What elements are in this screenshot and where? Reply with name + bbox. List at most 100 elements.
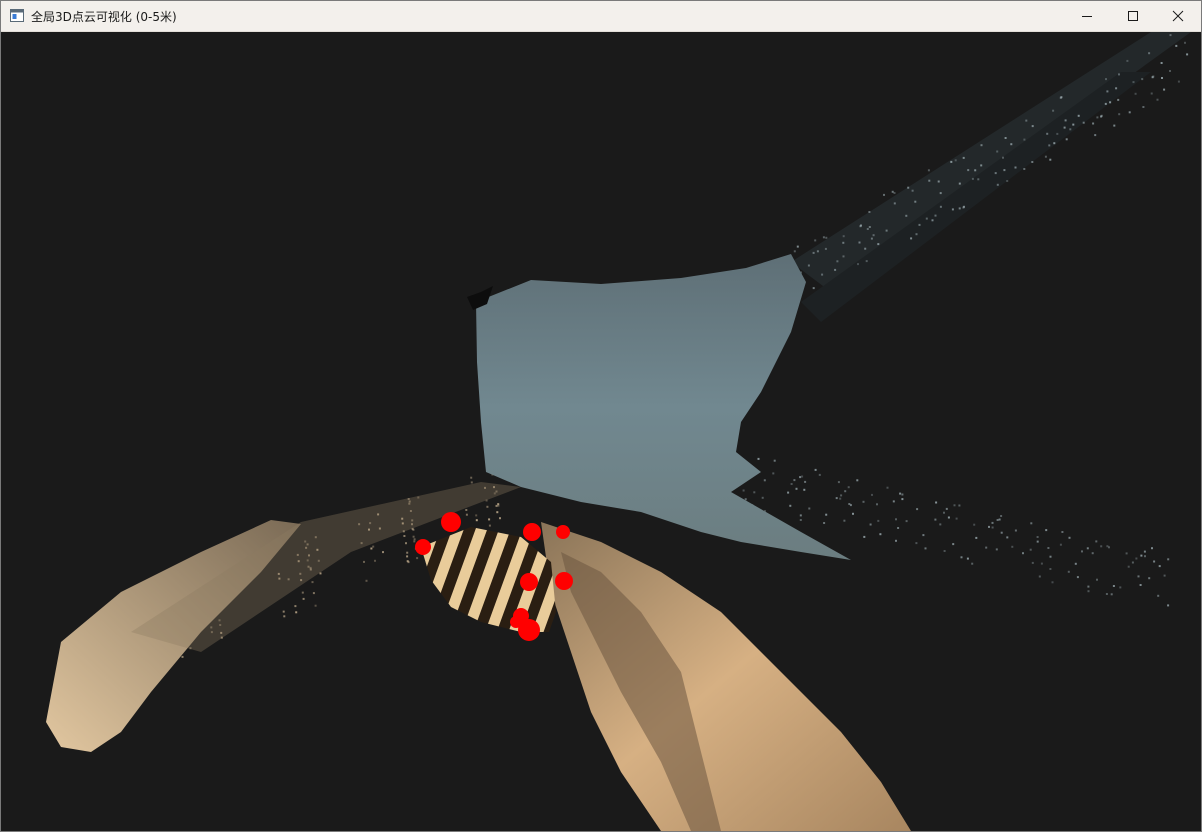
point (283, 615, 286, 618)
point (1137, 575, 1140, 578)
point (901, 498, 904, 501)
point (1131, 561, 1134, 564)
point (406, 551, 409, 554)
point (858, 241, 861, 244)
point (801, 475, 804, 478)
point (1167, 558, 1170, 561)
point (1014, 166, 1017, 169)
point (893, 192, 896, 194)
point (879, 533, 882, 536)
point (742, 489, 745, 492)
point (1000, 515, 1003, 517)
point (955, 517, 958, 520)
point (406, 555, 409, 558)
point (870, 237, 873, 240)
point (1061, 531, 1064, 533)
point (470, 476, 473, 479)
title-bar[interactable]: 全局3D点云可视化 (0-5米) (1, 1, 1201, 32)
point (301, 591, 304, 594)
point (1030, 522, 1033, 525)
point (822, 236, 825, 239)
point (857, 263, 859, 266)
point (821, 273, 824, 276)
point (808, 507, 811, 510)
point (895, 539, 897, 542)
point (877, 519, 880, 522)
point (799, 519, 802, 521)
keypoint-marker (555, 572, 573, 590)
point (952, 543, 955, 546)
point (895, 518, 897, 521)
point (934, 214, 937, 217)
point (869, 523, 872, 526)
point (928, 179, 931, 182)
point (1072, 123, 1075, 126)
point (789, 504, 792, 507)
point (836, 260, 839, 263)
point (793, 479, 796, 482)
point (795, 487, 798, 490)
point (1087, 585, 1090, 588)
close-button[interactable] (1155, 1, 1201, 31)
point (181, 655, 184, 658)
point (935, 501, 938, 504)
point (370, 547, 373, 550)
point (790, 483, 793, 485)
point (1117, 98, 1120, 101)
point (1045, 529, 1048, 532)
point (814, 239, 817, 242)
point (934, 518, 937, 521)
point (295, 611, 298, 614)
point (406, 560, 409, 563)
point (314, 604, 317, 607)
point (403, 535, 406, 537)
point (971, 177, 974, 180)
point (901, 493, 904, 496)
point (1092, 122, 1095, 125)
point (412, 535, 415, 538)
point (835, 497, 838, 500)
point (382, 551, 384, 554)
point (1049, 555, 1052, 558)
point (1059, 96, 1062, 99)
point (951, 208, 954, 211)
point (863, 535, 866, 538)
point (899, 492, 902, 495)
point-cloud-render[interactable] (1, 32, 1201, 831)
point (1081, 550, 1083, 553)
maximize-button[interactable] (1110, 1, 1156, 31)
point (1184, 41, 1186, 44)
app-window-icon (10, 9, 24, 22)
point (844, 490, 847, 493)
point (1140, 554, 1143, 557)
point (488, 524, 491, 527)
point (803, 488, 806, 491)
point (834, 268, 837, 271)
point (1000, 531, 1003, 534)
point (799, 514, 802, 517)
point (911, 189, 914, 192)
point (1031, 125, 1034, 128)
point (814, 468, 817, 471)
point (852, 512, 854, 515)
point (793, 250, 796, 253)
keypoint-marker (415, 539, 431, 555)
point (893, 202, 896, 205)
point (1143, 550, 1146, 553)
point (1153, 560, 1156, 563)
point (864, 247, 867, 250)
point (312, 592, 315, 595)
point (939, 523, 942, 526)
point (1186, 53, 1189, 56)
point (1113, 124, 1116, 127)
point (950, 160, 953, 163)
keypoint-marker (520, 573, 538, 591)
point (372, 545, 375, 548)
point (877, 243, 880, 246)
point (994, 172, 997, 175)
point (1144, 555, 1146, 558)
point-cloud-viewport[interactable] (1, 32, 1201, 831)
point (1139, 584, 1142, 586)
point (980, 144, 983, 147)
minimize-button[interactable] (1064, 1, 1110, 31)
